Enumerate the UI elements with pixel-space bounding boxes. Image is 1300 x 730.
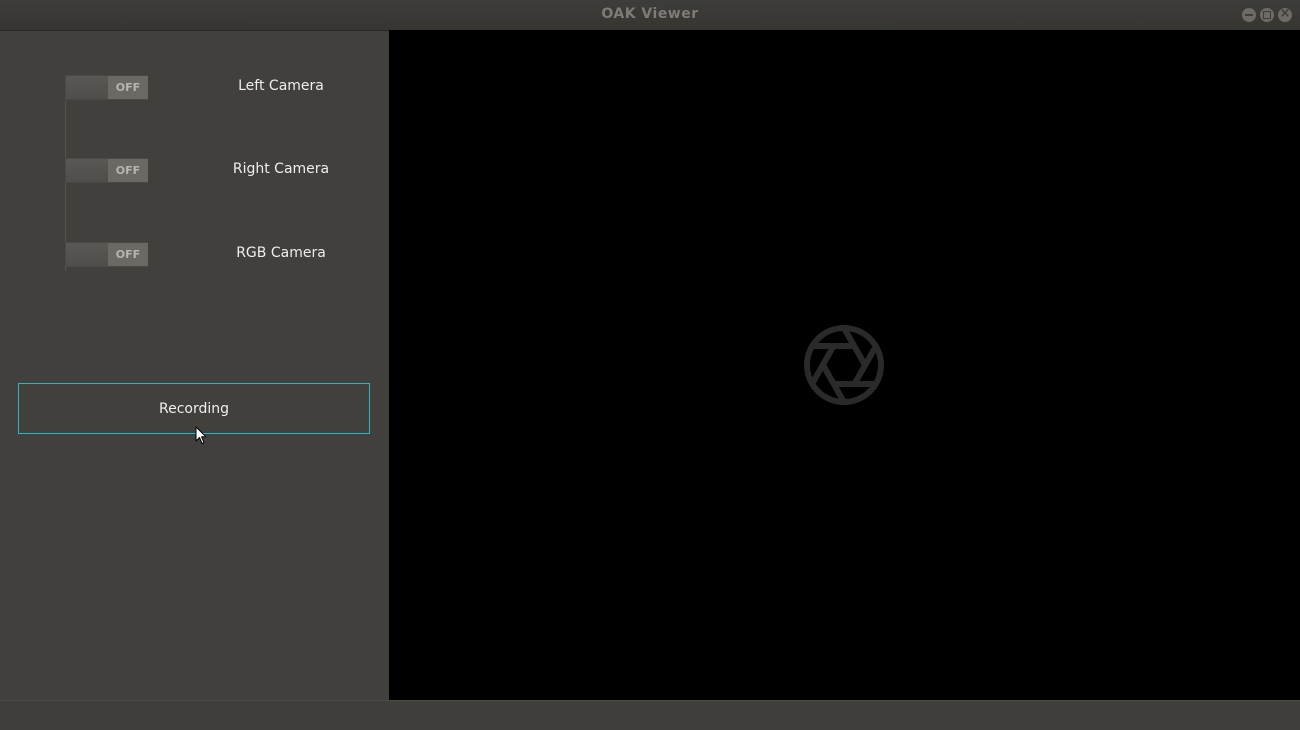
camera-shutter-icon (803, 324, 885, 410)
toggle-knob[interactable] (66, 243, 109, 266)
window-title: OAK Viewer (601, 6, 699, 22)
maximize-icon[interactable] (1260, 8, 1274, 22)
toggle-knob[interactable] (66, 159, 109, 182)
rgb-camera-toggle[interactable]: OFF (65, 242, 148, 267)
status-bar (0, 700, 1300, 730)
window-controls (1242, 6, 1292, 22)
right-camera-toggle[interactable]: OFF (65, 158, 148, 183)
control-panel: OFF Left Camera OFF Right Camera OFF RGB… (0, 31, 388, 700)
app-window: OAK Viewer OFF Left Camera OFF Right Cam… (0, 0, 1300, 730)
camera-viewer[interactable] (389, 30, 1300, 700)
toggle-state: OFF (108, 76, 148, 99)
rgb-camera-label: RGB Camera (236, 245, 326, 261)
left-camera-row: OFF Left Camera (0, 75, 388, 101)
toggle-state: OFF (108, 159, 148, 182)
rgb-camera-row: OFF RGB Camera (0, 242, 388, 268)
left-camera-toggle[interactable]: OFF (65, 75, 148, 100)
title-bar[interactable]: OAK Viewer (0, 0, 1300, 31)
toggle-state: OFF (108, 243, 148, 266)
mouse-pointer-icon (195, 426, 207, 449)
right-camera-label: Right Camera (232, 161, 330, 177)
minimize-icon[interactable] (1242, 8, 1256, 22)
left-camera-label: Left Camera (238, 78, 324, 94)
right-camera-row: OFF Right Camera (0, 158, 388, 184)
close-icon[interactable] (1278, 6, 1292, 22)
toggle-knob[interactable] (66, 76, 109, 99)
recording-button[interactable]: Recording (18, 383, 370, 434)
